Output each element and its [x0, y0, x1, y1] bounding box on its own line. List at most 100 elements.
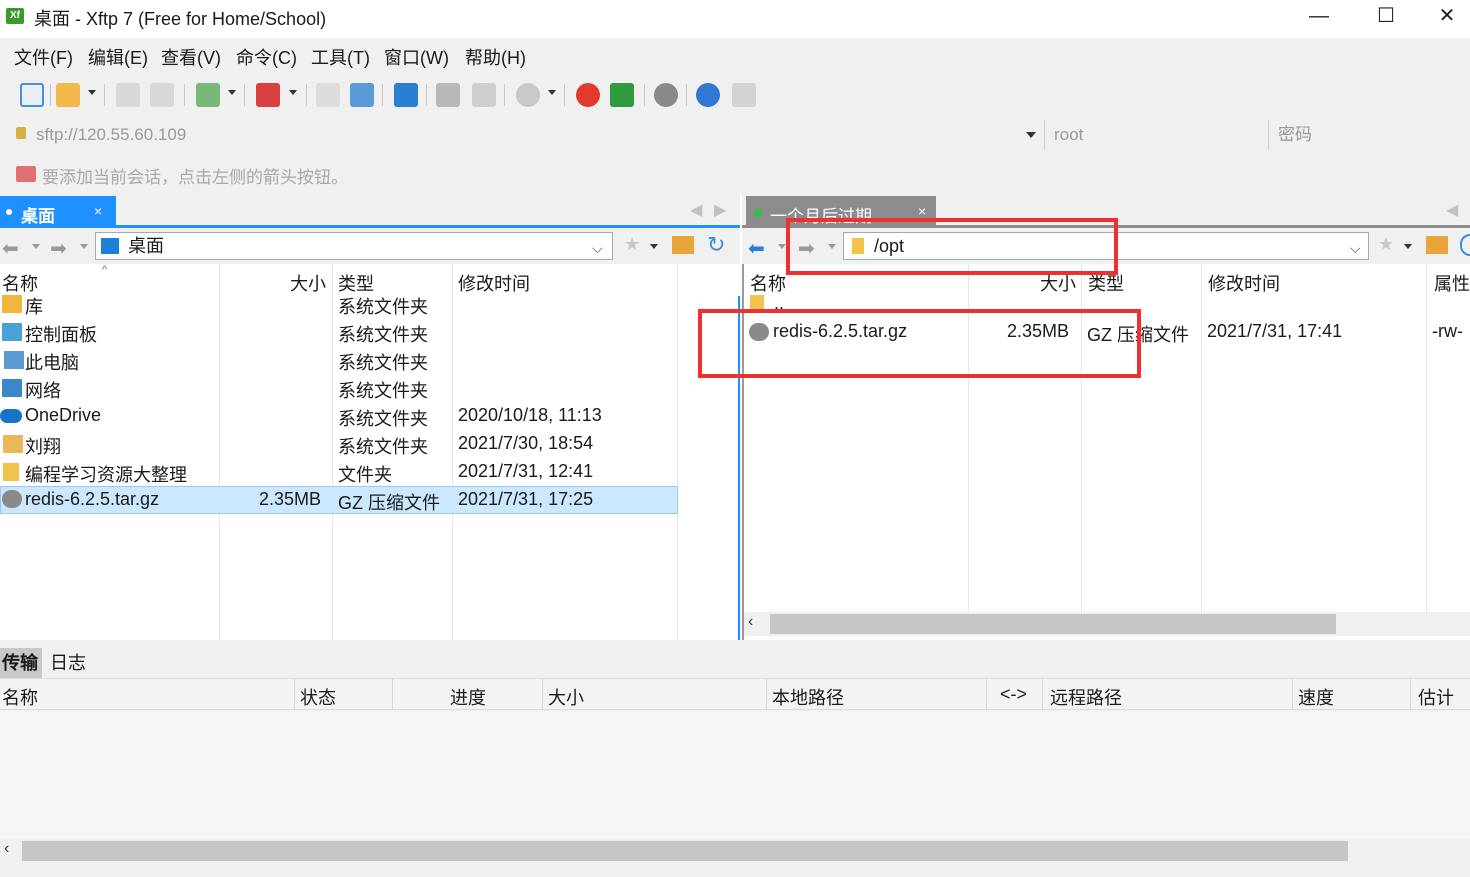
forward-arrow-icon[interactable]: ➡: [50, 236, 67, 261]
list-item[interactable]: 网络 系统文件夹: [0, 374, 738, 402]
home-folder-icon[interactable]: [1426, 236, 1448, 254]
xshell-icon[interactable]: [576, 83, 600, 107]
archive-icon: [2, 490, 22, 508]
chevron-down-icon[interactable]: [289, 90, 297, 95]
menu-help[interactable]: 帮助(H): [465, 44, 526, 70]
remote-hscrollbar[interactable]: ‹: [744, 612, 1470, 636]
chevron-down-icon[interactable]: [650, 244, 658, 249]
maximize-button[interactable]: ☐: [1363, 0, 1409, 34]
sort-up-icon: ^: [102, 264, 108, 276]
tab-dot-icon: [6, 209, 12, 215]
upload-icon[interactable]: [316, 83, 340, 107]
play-icon[interactable]: [256, 83, 280, 107]
refresh-icon[interactable]: [1460, 234, 1470, 256]
chevron-down-icon[interactable]: [1404, 244, 1412, 249]
network-icon: [2, 379, 22, 397]
folder-icon: [3, 463, 19, 481]
col-local-path[interactable]: 本地路径: [772, 684, 844, 710]
tab-log[interactable]: 日志: [50, 648, 86, 678]
sync-arrows-icon[interactable]: [394, 83, 418, 107]
chevron-down-icon[interactable]: [80, 244, 88, 249]
list-item[interactable]: 刘翔 系统文件夹 2021/7/30, 18:54: [0, 430, 738, 458]
chevron-down-icon[interactable]: ⌵: [592, 235, 603, 261]
list-item[interactable]: OneDrive 系统文件夹 2020/10/18, 11:13: [0, 402, 738, 430]
tab-scroll-left-icon[interactable]: ◀: [690, 200, 702, 220]
menu-edit[interactable]: 编辑(E): [88, 44, 148, 70]
list-item[interactable]: 控制面板 系统文件夹: [0, 318, 738, 346]
col-status[interactable]: 状态: [300, 684, 336, 710]
scrollbar-thumb[interactable]: [22, 841, 1348, 861]
menu-file[interactable]: 文件(F): [14, 44, 73, 70]
disconnect-icon[interactable]: [150, 83, 174, 107]
menu-view[interactable]: 查看(V): [161, 44, 221, 70]
xftp-app-icon: Xf: [6, 8, 24, 24]
session-arrow-icon[interactable]: [16, 166, 36, 182]
local-file-list: 库 系统文件夹 控制面板 系统文件夹 此电脑 系统文件夹 网络 系统文件夹 On…: [0, 264, 740, 640]
list-item[interactable]: 此电脑 系统文件夹: [0, 346, 738, 374]
list-item[interactable]: 编程学习资源大整理 文件夹 2021/7/31, 12:41: [0, 458, 738, 486]
new-folder-icon[interactable]: [196, 83, 220, 107]
globe-icon[interactable]: [516, 83, 540, 107]
username-input[interactable]: root: [1054, 120, 1264, 150]
star-icon[interactable]: ★: [1378, 234, 1394, 255]
back-arrow-icon[interactable]: ⬅: [748, 236, 765, 261]
chevron-down-icon[interactable]: [32, 244, 40, 249]
control-panel-icon: [2, 323, 22, 341]
col-remote-path[interactable]: 远程路径: [1050, 684, 1122, 710]
desktop-icon: [101, 238, 119, 254]
back-arrow-icon[interactable]: ⬅: [2, 236, 19, 261]
tab-close-icon[interactable]: ×: [918, 203, 926, 219]
xftp-icon[interactable]: [610, 83, 634, 107]
gear-icon[interactable]: [654, 83, 678, 107]
scrollbar-thumb[interactable]: [770, 614, 1336, 634]
paste-icon[interactable]: [472, 83, 496, 107]
chevron-down-icon[interactable]: [88, 90, 96, 95]
list-item[interactable]: 库 系统文件夹: [0, 290, 738, 318]
open-folder-icon[interactable]: [56, 83, 80, 107]
col-direction[interactable]: <->: [1000, 684, 1027, 705]
host-input[interactable]: sftp://120.55.60.109: [36, 120, 1040, 150]
user-folder-icon: [3, 435, 23, 453]
highlight-path-box: [786, 218, 1118, 275]
local-path-input[interactable]: 桌面 ⌵: [95, 232, 613, 260]
help-icon[interactable]: [696, 83, 720, 107]
hint-text: 要添加当前会话，点击左侧的箭头按钮。: [42, 168, 348, 187]
new-session-icon[interactable]: [20, 83, 44, 107]
star-icon[interactable]: ★: [624, 234, 640, 255]
copy-icon[interactable]: [436, 83, 460, 107]
window-title: 桌面 - Xftp 7 (Free for Home/School): [34, 9, 327, 29]
tab-scroll-right-icon[interactable]: ▶: [714, 200, 726, 220]
menu-tools[interactable]: 工具(T): [311, 44, 370, 70]
local-path-text: 桌面: [128, 236, 164, 256]
chevron-down-icon[interactable]: ⌵: [1350, 235, 1361, 261]
close-button[interactable]: ✕: [1424, 0, 1470, 34]
home-folder-icon[interactable]: [672, 236, 694, 254]
chevron-down-icon[interactable]: [778, 244, 786, 249]
transfer-panel: 传输 日志 名称 状态 进度 大小 本地路径 <-> 远程路径 速度 估计剩 ‹: [0, 640, 1470, 877]
col-size[interactable]: 大小: [548, 684, 584, 710]
download-icon[interactable]: [350, 83, 374, 107]
password-input[interactable]: 密码: [1278, 120, 1468, 150]
col-progress[interactable]: 进度: [450, 684, 486, 710]
chat-icon[interactable]: [732, 83, 756, 107]
tab-close-icon[interactable]: ×: [94, 203, 102, 219]
refresh-icon[interactable]: ↻: [707, 232, 725, 258]
scroll-left-icon[interactable]: ‹: [748, 613, 753, 631]
chevron-down-icon[interactable]: [228, 90, 236, 95]
tab-transfer[interactable]: 传输: [0, 648, 42, 678]
scroll-left-icon[interactable]: ‹: [4, 840, 9, 858]
connect-icon[interactable]: [116, 83, 140, 107]
col-name[interactable]: 名称: [2, 684, 38, 710]
col-speed[interactable]: 速度: [1298, 684, 1334, 710]
library-icon: [2, 295, 22, 313]
menu-command[interactable]: 命令(C): [236, 44, 297, 70]
tab-local-desktop[interactable]: 桌面 ×: [0, 196, 116, 228]
menu-window[interactable]: 窗口(W): [384, 44, 449, 70]
address-bar: sftp://120.55.60.109 root 密码: [0, 116, 1470, 154]
tab-scroll-left-icon[interactable]: ◀: [1446, 200, 1458, 220]
minimize-button[interactable]: —: [1296, 0, 1342, 34]
transfer-hscrollbar[interactable]: ‹: [0, 839, 1470, 863]
table-row-selected[interactable]: redis-6.2.5.tar.gz 2.35MB GZ 压缩文件 2021/7…: [0, 486, 678, 514]
chevron-down-icon[interactable]: [548, 90, 556, 95]
chevron-down-icon[interactable]: [1026, 132, 1036, 138]
